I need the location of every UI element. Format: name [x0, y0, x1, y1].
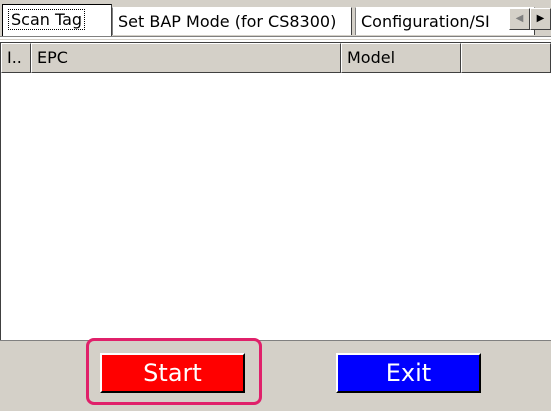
chevron-right-icon: ▶ [536, 13, 545, 24]
exit-button[interactable]: Exit [336, 353, 481, 393]
app-window: Scan Tag Set BAP Mode (for CS8300) Confi… [0, 0, 551, 411]
column-header-extra[interactable] [461, 43, 551, 73]
tab-strip: Scan Tag Set BAP Mode (for CS8300) Confi… [0, 0, 551, 40]
column-header-model[interactable]: Model [341, 43, 461, 73]
chevron-left-icon: ◀ [515, 13, 524, 24]
tag-list-view[interactable]: I.. EPC Model [0, 42, 551, 340]
list-body[interactable] [1, 73, 551, 339]
tab-set-bap-mode[interactable]: Set BAP Mode (for CS8300) [112, 7, 352, 35]
tab-scroll-left-button[interactable]: ◀ [509, 8, 530, 30]
column-header-epc[interactable]: EPC [31, 43, 341, 73]
tab-label: Set BAP Mode (for CS8300) [118, 12, 337, 31]
tab-scroll-controls: ◀ ▶ [509, 8, 551, 30]
tab-scroll-right-button[interactable]: ▶ [530, 8, 551, 30]
list-header: I.. EPC Model [1, 43, 551, 73]
tab-scan-tag[interactable]: Scan Tag [2, 4, 112, 36]
tab-label: Scan Tag [8, 9, 86, 30]
column-header-index[interactable]: I.. [1, 43, 31, 73]
start-button[interactable]: Start [100, 353, 245, 393]
tab-label: Configuration/SI [361, 12, 490, 31]
tab-configuration[interactable]: Configuration/SI [355, 7, 535, 35]
bottom-button-panel: Start Exit [0, 340, 551, 411]
tab-divider [0, 36, 551, 39]
